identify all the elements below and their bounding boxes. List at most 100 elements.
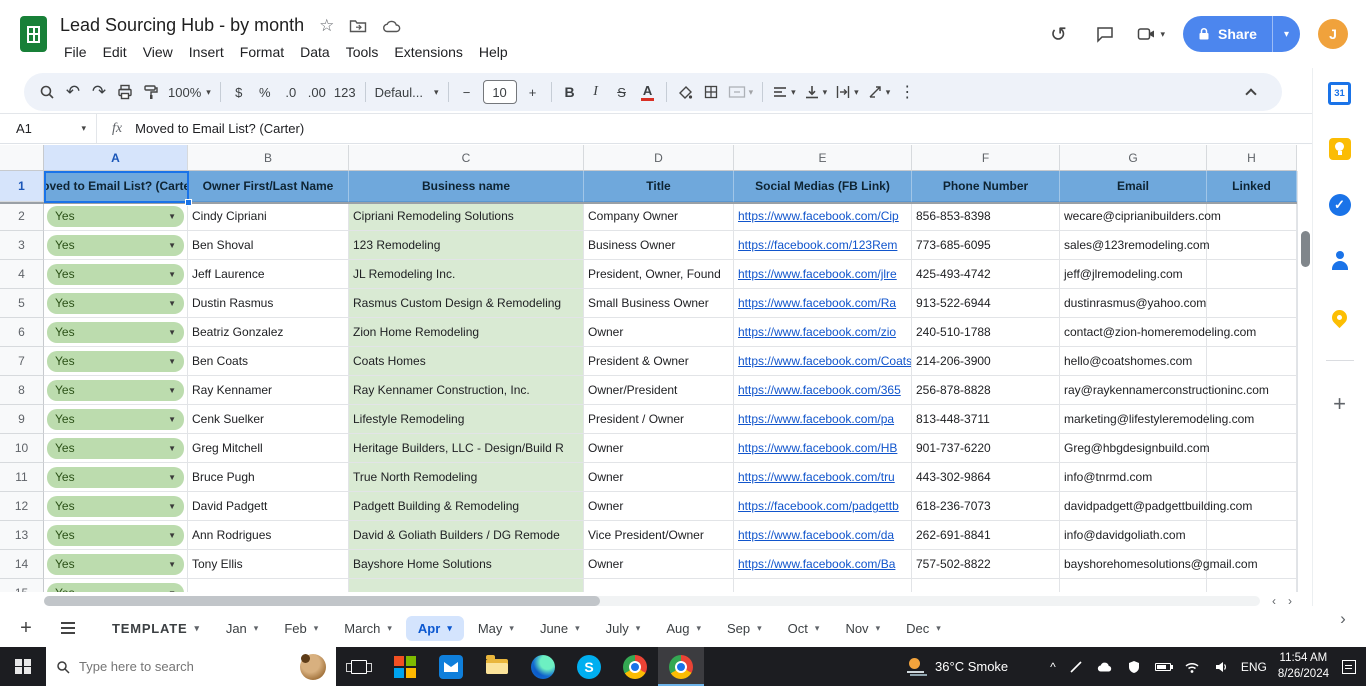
column-header-H[interactable]: H	[1207, 145, 1297, 171]
app-icon-chrome[interactable]	[612, 647, 658, 686]
cell-A8[interactable]: Yes ▼	[44, 376, 188, 405]
app-icon-skype[interactable]	[566, 647, 612, 686]
dropdown-chip[interactable]: Yes ▼	[47, 553, 184, 575]
bold-button[interactable]: B	[557, 78, 583, 106]
cell-E3[interactable]: https://facebook.com/123Rem	[734, 231, 912, 260]
horizontal-scrollbar-track[interactable]	[44, 596, 1260, 606]
cell-D12[interactable]: Owner	[584, 492, 734, 521]
cell-D4[interactable]: President, Owner, Found	[584, 260, 734, 289]
comment-icon[interactable]	[1091, 20, 1119, 48]
cell-H13[interactable]	[1207, 521, 1297, 550]
cell-D8[interactable]: Owner/President	[584, 376, 734, 405]
cell-F6[interactable]: 240-510-1788	[912, 318, 1060, 347]
volume-icon[interactable]	[1212, 658, 1230, 676]
move-folder-icon[interactable]	[349, 18, 367, 34]
column-header-F[interactable]: F	[912, 145, 1060, 171]
facebook-link[interactable]: https://www.facebook.com/jlre	[738, 267, 897, 281]
row-header-4[interactable]: 4	[0, 260, 44, 289]
cell-A13[interactable]: Yes ▼	[44, 521, 188, 550]
facebook-link[interactable]: https://www.facebook.com/365	[738, 383, 901, 397]
dropdown-chip[interactable]: Yes ▼	[47, 437, 184, 459]
cell-C9[interactable]: Lifestyle Remodeling	[349, 405, 584, 434]
sheet-tab-template[interactable]: TEMPLATE ▾	[100, 616, 212, 641]
fill-handle[interactable]	[185, 199, 192, 206]
cell-A14[interactable]: Yes ▼	[44, 550, 188, 579]
share-button[interactable]: Share ▾	[1183, 16, 1300, 52]
contacts-icon[interactable]	[1327, 248, 1353, 274]
cell-F13[interactable]: 262-691-8841	[912, 521, 1060, 550]
cell-E5[interactable]: https://www.facebook.com/Ra	[734, 289, 912, 318]
row-header-8[interactable]: 8	[0, 376, 44, 405]
facebook-link[interactable]: https://www.facebook.com/HB	[738, 441, 897, 455]
cell-D15[interactable]	[584, 579, 734, 592]
pen-icon[interactable]	[1067, 658, 1085, 676]
facebook-link[interactable]: https://facebook.com/123Rem	[738, 238, 897, 252]
cell-E2[interactable]: https://www.facebook.com/Cip	[734, 202, 912, 231]
row-header-7[interactable]: 7	[0, 347, 44, 376]
cell-A9[interactable]: Yes ▼	[44, 405, 188, 434]
column-header-G[interactable]: G	[1060, 145, 1207, 171]
cell-G12[interactable]: davidpadgett@padgettbuilding.com	[1060, 492, 1252, 521]
cell-F3[interactable]: 773-685-6095	[912, 231, 1060, 260]
cell-B7[interactable]: Ben Coats	[188, 347, 349, 376]
row-header-11[interactable]: 11	[0, 463, 44, 492]
cell-F12[interactable]: 618-236-7073	[912, 492, 1060, 521]
dropdown-chip[interactable]: Yes ▼	[47, 524, 184, 546]
cell-F7[interactable]: 214-206-3900	[912, 347, 1060, 376]
cell-E13[interactable]: https://www.facebook.com/da	[734, 521, 912, 550]
dropdown-chip[interactable]: Yes ▼	[47, 234, 184, 256]
cell-G10[interactable]: Greg@hbgdesignbuild.com	[1060, 434, 1210, 463]
facebook-link[interactable]: https://www.facebook.com/zio	[738, 325, 896, 339]
cell-A11[interactable]: Yes ▼	[44, 463, 188, 492]
strikethrough-button[interactable]: S	[609, 78, 635, 106]
cell-F5[interactable]: 913-522-6944	[912, 289, 1060, 318]
cell-E14[interactable]: https://www.facebook.com/Ba	[734, 550, 912, 579]
search-highlight-dog-icon[interactable]	[300, 653, 326, 680]
facebook-link[interactable]: https://www.facebook.com/CoatsHo	[738, 354, 911, 368]
font-family-select[interactable]: Defaul... ▾	[371, 78, 443, 106]
dropdown-chip[interactable]: Yes ▼	[47, 205, 184, 227]
formula-input[interactable]: Moved to Email List? (Carter)	[135, 121, 304, 136]
font-size-input[interactable]: 10	[482, 80, 517, 104]
vertical-scrollbar-thumb[interactable]	[1301, 231, 1310, 267]
menu-help[interactable]: Help	[471, 41, 516, 63]
cell-G1[interactable]: Email	[1060, 171, 1207, 202]
undo-icon[interactable]: ↶	[60, 78, 86, 106]
more-toolbar-icon[interactable]: ⋮	[894, 78, 920, 106]
cell-D2[interactable]: Company Owner	[584, 202, 734, 231]
security-shield-icon[interactable]	[1125, 658, 1143, 676]
cell-F1[interactable]: Phone Number	[912, 171, 1060, 202]
add-sheet-button[interactable]: +	[10, 614, 42, 642]
show-side-panel-icon[interactable]: ›	[1331, 607, 1355, 631]
cell-E7[interactable]: https://www.facebook.com/CoatsHo	[734, 347, 912, 376]
battery-icon[interactable]	[1154, 658, 1174, 676]
cell-G14[interactable]: bayshorehomesolutions@gmail.com	[1060, 550, 1258, 579]
cell-E4[interactable]: https://www.facebook.com/jlre	[734, 260, 912, 289]
cell-E8[interactable]: https://www.facebook.com/365	[734, 376, 912, 405]
search-menus-icon[interactable]	[34, 78, 60, 106]
cell-D14[interactable]: Owner	[584, 550, 734, 579]
row-header-12[interactable]: 12	[0, 492, 44, 521]
cell-H11[interactable]	[1207, 463, 1297, 492]
sheet-tab-nov[interactable]: Nov ▾	[833, 616, 892, 641]
row-header-9[interactable]: 9	[0, 405, 44, 434]
language-indicator[interactable]: ENG	[1241, 660, 1267, 674]
print-icon[interactable]	[112, 78, 138, 106]
menu-format[interactable]: Format	[232, 41, 292, 63]
vertical-scrollbar[interactable]	[1297, 171, 1312, 592]
onedrive-cloud-icon[interactable]	[1096, 658, 1114, 676]
cell-A12[interactable]: Yes ▼	[44, 492, 188, 521]
cell-F8[interactable]: 256-878-8828	[912, 376, 1060, 405]
all-sheets-icon[interactable]	[52, 614, 84, 642]
redo-icon[interactable]: ↷	[86, 78, 112, 106]
chevron-down-icon[interactable]: ▾	[815, 623, 820, 634]
chevron-down-icon[interactable]: ▾	[447, 623, 452, 634]
chevron-down-icon[interactable]: ▾	[936, 623, 941, 634]
cell-C10[interactable]: Heritage Builders, LLC - Design/Build R	[349, 434, 584, 463]
decrease-font-size-button[interactable]: −	[454, 78, 480, 106]
format-percent-button[interactable]: %	[252, 78, 278, 106]
row-header-6[interactable]: 6	[0, 318, 44, 347]
menu-tools[interactable]: Tools	[338, 41, 387, 63]
taskbar-search-input[interactable]: Type here to search	[46, 647, 336, 686]
cell-A5[interactable]: Yes ▼	[44, 289, 188, 318]
